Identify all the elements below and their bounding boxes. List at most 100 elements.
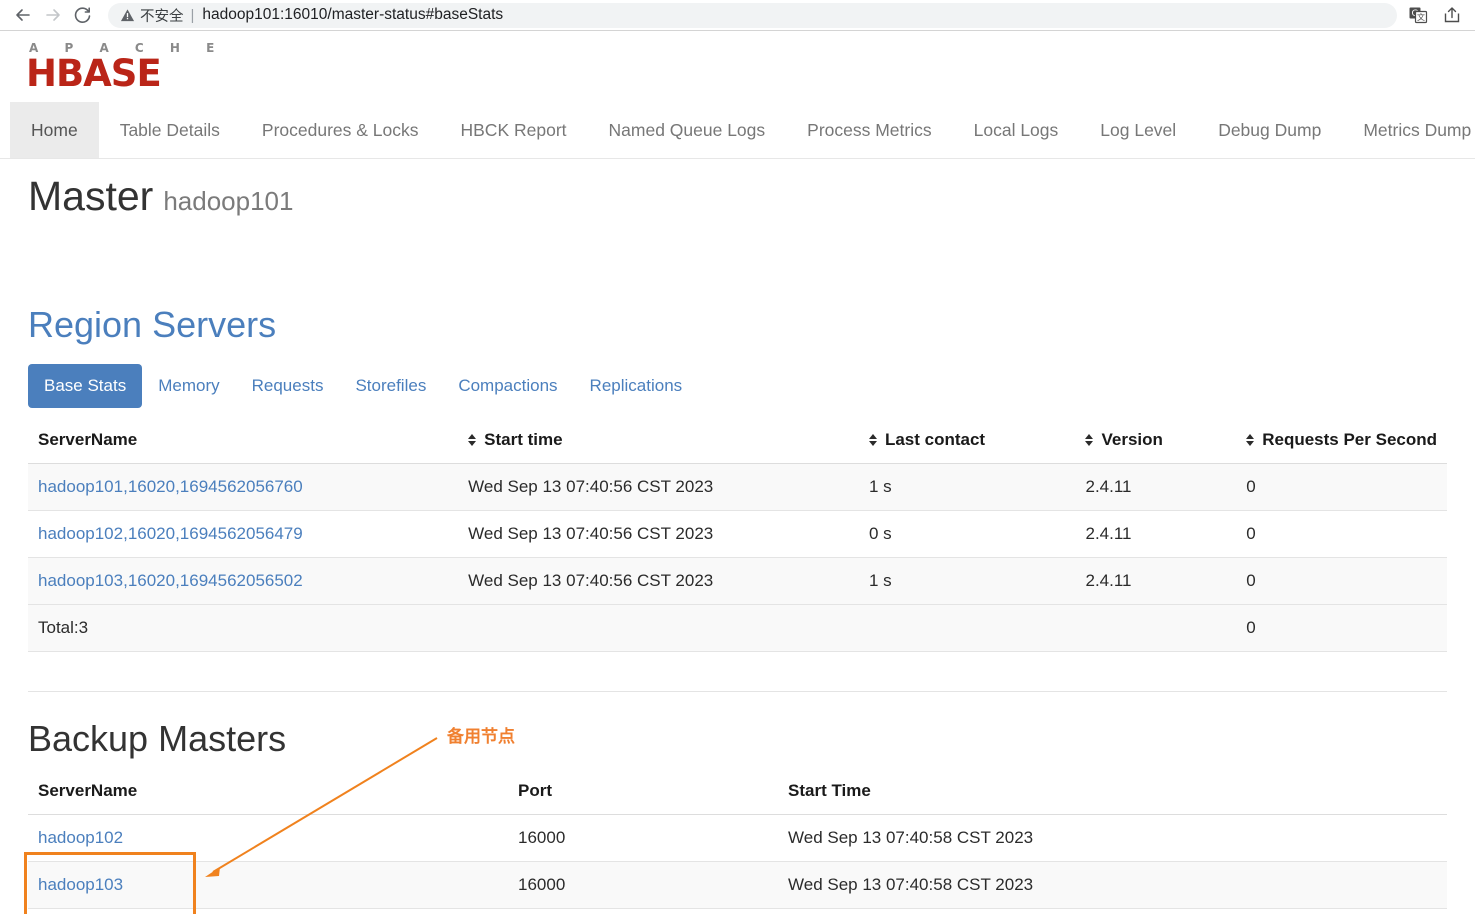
tab-requests[interactable]: Requests <box>236 364 340 408</box>
cell-total-requests-per-second: 0 <box>1236 604 1447 652</box>
cell-version: 2.4.11 <box>1075 510 1237 558</box>
translate-icon[interactable]: G文 <box>1407 4 1429 26</box>
server-link[interactable]: hadoop103,16020,1694562056502 <box>38 571 303 590</box>
server-link[interactable]: hadoop101,16020,1694562056760 <box>38 477 303 496</box>
column-header-backup-servername: ServerName <box>28 775 508 815</box>
tab-memory[interactable]: Memory <box>142 364 235 408</box>
cell-total-label: Total:3 <box>28 604 459 652</box>
main-navigation: Home Table Details Procedures & Locks HB… <box>0 102 1475 159</box>
column-header-servername[interactable]: ServerName <box>28 424 459 464</box>
section-divider <box>28 691 1447 692</box>
table-header-row: ServerName Start time Last contact Versi… <box>28 424 1447 464</box>
cell-total-start-time <box>458 604 859 652</box>
logo-apache-text: A P A C H E <box>29 41 226 55</box>
cell-start-time: Wed Sep 13 07:40:56 CST 2023 <box>458 557 859 605</box>
not-secure-label: 不安全 <box>140 8 184 25</box>
tab-base-stats[interactable]: Base Stats <box>28 364 143 408</box>
nav-item-hbck-report[interactable]: HBCK Report <box>440 102 588 158</box>
backup-masters-section: Backup Masters ServerName Port Start Tim… <box>0 719 1475 909</box>
address-bar[interactable]: 不安全 | hadoop101:16010/master-status#base… <box>108 2 1397 28</box>
cell-last-contact: 0 s <box>858 510 1076 558</box>
cell-last-contact: 1 s <box>858 463 1076 511</box>
table-row: hadoop103,16020,1694562056502 Wed Sep 13… <box>28 557 1447 605</box>
cell-backup-start-time: Wed Sep 13 07:40:58 CST 2023 <box>778 814 1447 862</box>
cell-requests-per-second: 0 <box>1236 463 1447 511</box>
share-icon[interactable] <box>1441 4 1463 26</box>
nav-item-procedures-locks[interactable]: Procedures & Locks <box>241 102 440 158</box>
table-header-row: ServerName Port Start Time <box>28 775 1447 815</box>
table-row: hadoop101,16020,1694562056760 Wed Sep 13… <box>28 463 1447 511</box>
cell-start-time: Wed Sep 13 07:40:56 CST 2023 <box>458 463 859 511</box>
cell-backup-port: 16000 <box>508 814 778 862</box>
backup-server-link[interactable]: hadoop102 <box>38 828 123 847</box>
back-arrow-icon[interactable] <box>8 1 38 29</box>
sort-icon[interactable] <box>1246 433 1255 447</box>
not-secure-warning-icon <box>120 8 135 23</box>
column-header-last-contact-label: Last contact <box>884 430 986 449</box>
table-row: hadoop102,16020,1694562056479 Wed Sep 13… <box>28 510 1447 558</box>
table-row: hadoop103 16000 Wed Sep 13 07:40:58 CST … <box>28 861 1447 909</box>
column-header-backup-start-time: Start Time <box>778 775 1447 815</box>
nav-item-named-queue-logs[interactable]: Named Queue Logs <box>588 102 787 158</box>
logo-hbase-text: HBASE <box>26 52 162 95</box>
page-title: Master hadoop101 <box>0 159 1475 219</box>
cell-total-last-contact <box>858 604 1076 652</box>
column-header-requests-per-second-label: Requests Per Second <box>1262 430 1437 449</box>
nav-item-log-level[interactable]: Log Level <box>1079 102 1197 158</box>
column-header-start-time[interactable]: Start time <box>458 424 859 464</box>
region-servers-heading: Region Servers <box>28 304 277 345</box>
column-header-start-time-label: Start time <box>484 430 563 449</box>
cell-backup-port: 16000 <box>508 861 778 909</box>
cell-version: 2.4.11 <box>1075 557 1237 605</box>
cell-total-version <box>1075 604 1237 652</box>
column-header-version[interactable]: Version <box>1075 424 1237 464</box>
backup-server-link[interactable]: hadoop103 <box>38 875 123 894</box>
sort-icon[interactable] <box>468 433 477 447</box>
browser-toolbar: 不安全 | hadoop101:16010/master-status#base… <box>0 0 1475 31</box>
column-header-last-contact[interactable]: Last contact <box>858 424 1076 464</box>
cell-last-contact: 1 s <box>858 557 1076 605</box>
column-header-backup-port: Port <box>508 775 778 815</box>
backup-masters-table: ServerName Port Start Time hadoop102 160… <box>28 775 1447 909</box>
region-servers-tabs: Base Stats Memory Requests Storefiles Co… <box>28 364 1447 408</box>
nav-item-local-logs[interactable]: Local Logs <box>953 102 1080 158</box>
apache-hbase-logo[interactable]: A P A C H E HBASE <box>0 31 1475 94</box>
nav-item-metrics-dump[interactable]: Metrics Dump <box>1342 102 1475 158</box>
cell-backup-start-time: Wed Sep 13 07:40:58 CST 2023 <box>778 861 1447 909</box>
master-hostname: hadoop101 <box>163 186 294 216</box>
hbase-master-status-page: A P A C H E HBASE Home Table Details Pro… <box>0 31 1475 914</box>
server-link[interactable]: hadoop102,16020,1694562056479 <box>38 524 303 543</box>
tab-storefiles[interactable]: Storefiles <box>339 364 442 408</box>
reload-icon[interactable] <box>68 1 98 29</box>
column-header-requests-per-second[interactable]: Requests Per Second <box>1236 424 1447 464</box>
cell-requests-per-second: 0 <box>1236 557 1447 605</box>
region-servers-section: Region Servers Base Stats Memory Request… <box>0 305 1475 692</box>
nav-item-table-details[interactable]: Table Details <box>99 102 241 158</box>
tab-compactions[interactable]: Compactions <box>442 364 573 408</box>
cell-servername: hadoop103,16020,1694562056502 <box>28 557 459 605</box>
column-header-servername-label: ServerName <box>38 430 138 449</box>
browser-actions: G文 <box>1407 4 1467 26</box>
cell-servername: hadoop101,16020,1694562056760 <box>28 463 459 511</box>
nav-item-home[interactable]: Home <box>10 102 99 158</box>
cell-requests-per-second: 0 <box>1236 510 1447 558</box>
region-servers-table: ServerName Start time Last contact Versi… <box>28 424 1447 652</box>
tab-replications[interactable]: Replications <box>574 364 699 408</box>
sort-icon[interactable] <box>1085 433 1094 447</box>
cell-servername: hadoop102,16020,1694562056479 <box>28 510 459 558</box>
table-row: hadoop102 16000 Wed Sep 13 07:40:58 CST … <box>28 814 1447 862</box>
cell-version: 2.4.11 <box>1075 463 1237 511</box>
url-text: hadoop101:16010/master-status#baseStats <box>202 6 504 23</box>
master-title-text: Master <box>28 173 154 219</box>
backup-masters-heading: Backup Masters <box>28 718 287 759</box>
forward-arrow-icon[interactable] <box>38 1 68 29</box>
nav-item-debug-dump[interactable]: Debug Dump <box>1197 102 1342 158</box>
cell-backup-servername: hadoop102 <box>28 814 508 862</box>
omnibox-separator: | <box>190 6 195 24</box>
column-header-version-label: Version <box>1101 430 1163 449</box>
sort-icon[interactable] <box>868 433 878 447</box>
nav-item-process-metrics[interactable]: Process Metrics <box>786 102 952 158</box>
cell-backup-servername: hadoop103 <box>28 861 508 909</box>
cell-start-time: Wed Sep 13 07:40:56 CST 2023 <box>458 510 859 558</box>
table-total-row: Total:3 0 <box>28 604 1447 652</box>
